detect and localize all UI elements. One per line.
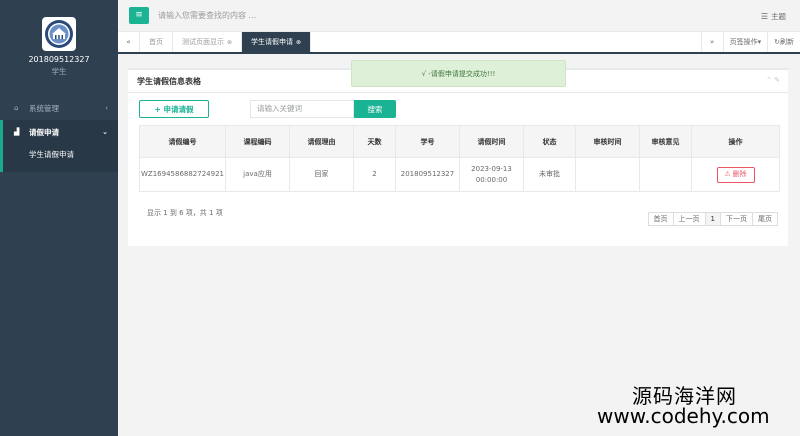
table-header-row: 请假编号 课程编码 请假理由 天数 学号 请假时间 状态 审核时间 审核意见 操… [139, 125, 780, 158]
success-toast: √ -请假申请提交成功!!! [351, 60, 566, 87]
user-profile: 201809512327 学生 [0, 0, 118, 86]
refresh-button[interactable]: ↻ 刷新 [767, 32, 800, 52]
cell-actions: ⚠ 删除 [691, 157, 780, 192]
sidebar-item-leave-application[interactable]: ▟ 请假申请 ⌄ [0, 120, 118, 144]
column-header[interactable]: 天数 [353, 125, 396, 158]
add-leave-label: 申请请假 [163, 104, 194, 114]
school-emblem-icon [45, 20, 73, 48]
profile-role: 学生 [51, 67, 67, 76]
column-header[interactable]: 审核时间 [575, 125, 640, 158]
leave-table: 请假编号 课程编码 请假理由 天数 学号 请假时间 状态 审核时间 审核意见 操… [139, 125, 780, 192]
cell-days: 2 [353, 157, 396, 192]
cell-student-no: 201809512327 [395, 157, 460, 192]
column-header[interactable]: 课程编码 [225, 125, 290, 158]
double-chevron-right-icon: » [709, 38, 715, 46]
tab-home[interactable]: 首页 [140, 32, 173, 52]
refresh-label: 刷新 [780, 38, 794, 46]
menu-toggle-button[interactable]: ≡ [129, 7, 149, 24]
page-prev-button[interactable]: 上一页 [672, 212, 706, 226]
pagination-info: 显示 1 到 6 项，共 1 项 [147, 209, 223, 217]
delete-button[interactable]: ⚠ 删除 [716, 166, 755, 183]
cell-leave-time: 2023-09-13 00:00:00 [459, 157, 524, 192]
plus-icon: + [154, 104, 164, 114]
sidebar-item-system-management[interactable]: ⌂ 系统管理 ‹ [0, 96, 118, 120]
cell-leave-id: WZ1694586882724921 [139, 157, 226, 192]
chevron-down-icon: ⌄ [102, 128, 108, 136]
theme-label: 主题 [771, 12, 786, 21]
panel-title: 学生请假信息表格 [137, 77, 201, 86]
column-header[interactable]: 状态 [523, 125, 576, 158]
sidebar-nav: ⌂ 系统管理 ‹ ▟ 请假申请 ⌄ 学生请假申请 [0, 96, 118, 172]
search-button[interactable]: 搜索 [354, 100, 396, 118]
global-search-input[interactable]: 请输入您需要查找的内容 ... [158, 10, 256, 21]
sidebar: 201809512327 学生 ⌂ 系统管理 ‹ ▟ 请假申请 ⌄ 学生请假申请 [0, 0, 118, 436]
main-content: 学生请假信息表格 ⌃ ✎ + 申请请假 请输入关键词 搜索 请假编号 课程编码 … [118, 54, 800, 436]
panel-tools: ⌃ ✎ [766, 76, 780, 84]
column-header[interactable]: 学号 [395, 125, 460, 158]
theme-button[interactable]: ☰ 主题 [761, 11, 786, 22]
add-leave-button[interactable]: + 申请请假 [139, 100, 209, 118]
warning-icon: ⚠ [724, 170, 731, 178]
chevron-left-icon: ‹ [105, 104, 108, 112]
tab-scroll-left-button[interactable]: « [118, 32, 140, 52]
cell-review-opinion [639, 157, 692, 192]
tab-label: 测试页面显示 [182, 38, 224, 46]
column-header[interactable]: 请假理由 [289, 125, 354, 158]
tab-label: 首页 [149, 38, 163, 46]
sidebar-item-label: 请假申请 [29, 127, 59, 137]
column-header[interactable]: 请假编号 [139, 125, 226, 158]
close-tab-icon[interactable]: ⊗ [227, 39, 232, 46]
hamburger-icon: ≡ [135, 10, 143, 20]
sidebar-submenu: 学生请假申请 [0, 144, 118, 172]
caret-down-icon: ▾ [757, 38, 762, 46]
wrench-icon[interactable]: ✎ [774, 76, 780, 84]
page-current[interactable]: 1 [704, 212, 721, 226]
cell-reason: 回家 [289, 157, 354, 192]
tab-test-page[interactable]: 测试页面显示 ⊗ [173, 32, 243, 52]
bar-chart-icon: ▟ [14, 128, 20, 136]
profile-name: 201809512327 [28, 55, 90, 64]
page-next-button[interactable]: 下一页 [720, 212, 753, 226]
double-chevron-left-icon: « [126, 38, 131, 46]
sidebar-item-label: 系统管理 [29, 103, 59, 113]
collapse-icon[interactable]: ⌃ [766, 76, 772, 84]
sidebar-subitem-student-leave[interactable]: 学生请假申请 [3, 144, 118, 164]
cell-course: java应用 [225, 157, 290, 192]
page-ops-label: 页签操作 [729, 38, 758, 46]
close-tab-icon[interactable]: ⊗ [296, 39, 301, 46]
avatar[interactable] [42, 17, 76, 51]
page-last-button[interactable]: 尾页 [752, 212, 778, 226]
list-icon: ☰ [760, 12, 768, 21]
column-header: 操作 [691, 125, 780, 158]
page-first-button[interactable]: 首页 [647, 212, 674, 226]
keyword-input[interactable]: 请输入关键词 [250, 100, 354, 118]
column-header[interactable]: 请假时间 [459, 125, 524, 158]
top-header: ≡ 请输入您需要查找的内容 ... ☰ 主题 [118, 0, 800, 32]
cell-review-time [575, 157, 640, 192]
delete-label: 删除 [732, 170, 747, 178]
tab-bar: « 首页 测试页面显示 ⊗ 学生请假申请 ⊗ » 页签操作 ▾ ↻ 刷新 [118, 32, 800, 54]
page-ops-dropdown[interactable]: 页签操作 ▾ [722, 32, 768, 52]
tab-student-leave[interactable]: 学生请假申请 ⊗ [242, 32, 312, 52]
column-header[interactable]: 审核意见 [639, 125, 692, 158]
leave-date: 2023-09-13 [471, 164, 512, 173]
cell-status: 未审批 [523, 157, 576, 192]
leave-clock: 00:00:00 [475, 175, 508, 184]
home-icon: ⌂ [14, 104, 19, 112]
leave-info-panel: 学生请假信息表格 ⌃ ✎ + 申请请假 请输入关键词 搜索 请假编号 课程编码 … [128, 68, 788, 246]
tab-label: 学生请假申请 [251, 38, 294, 46]
watermark-url: www.codehy.com [597, 404, 770, 428]
pagination: 首页 上一页 1 下一页 尾页 [647, 212, 778, 226]
table-row[interactable]: WZ1694586882724921 java应用 回家 2 201809512… [139, 157, 780, 192]
tab-scroll-right-button[interactable]: » [700, 32, 723, 52]
